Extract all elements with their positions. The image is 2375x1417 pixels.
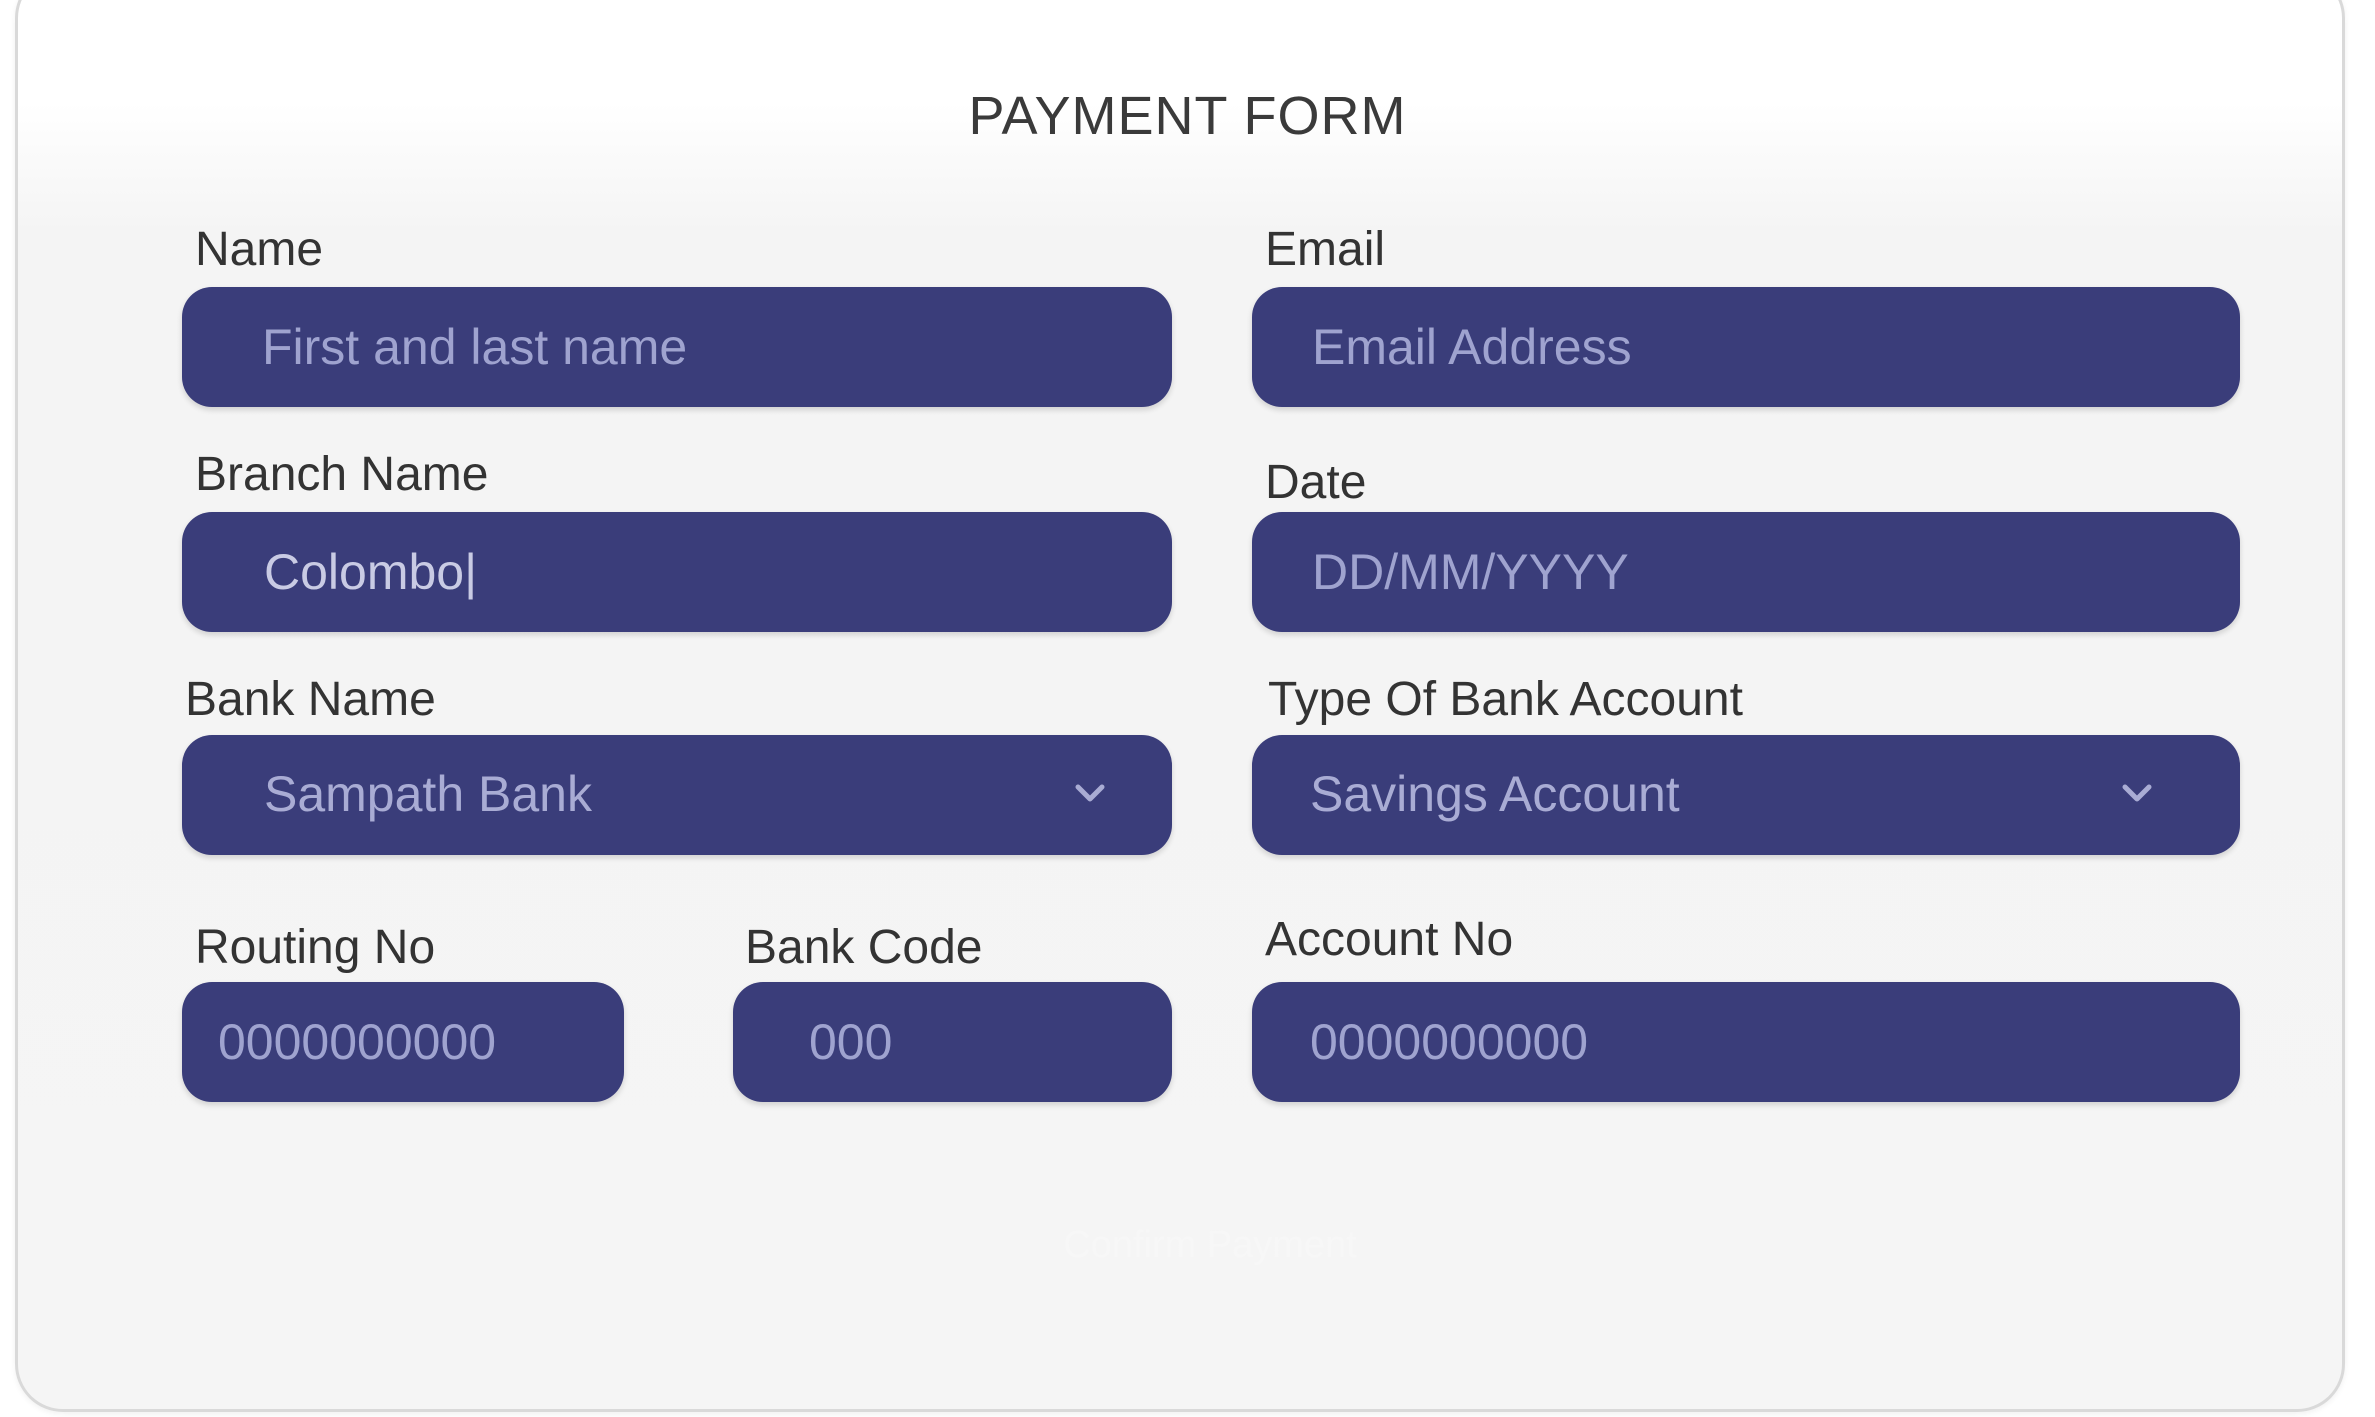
branch-name-field-container — [182, 512, 1172, 632]
bank-name-label: Bank Name — [185, 673, 436, 726]
name-label: Name — [195, 223, 324, 276]
name-field-container — [182, 287, 1172, 407]
routing-no-label: Routing No — [195, 921, 436, 974]
date-field-container — [1252, 512, 2240, 632]
bank-code-input[interactable] — [733, 982, 1172, 1102]
routing-no-input[interactable] — [182, 982, 624, 1102]
confirm-payment-button[interactable]: Confirm Payment — [1000, 1210, 1420, 1280]
bank-name-selected-value: Sampath Bank — [264, 766, 592, 822]
account-no-label: Account No — [1265, 913, 1514, 966]
account-no-field-container — [1252, 982, 2240, 1102]
routing-no-field-container — [182, 982, 624, 1102]
email-field-container — [1252, 287, 2240, 407]
chevron-down-icon — [1075, 784, 1105, 802]
date-label: Date — [1265, 456, 1367, 509]
account-type-select[interactable]: Savings Account — [1252, 735, 2240, 855]
branch-name-input[interactable] — [182, 512, 1172, 632]
email-input[interactable] — [1252, 287, 2240, 407]
bank-code-field-container — [733, 982, 1172, 1102]
bank-name-select[interactable]: Sampath Bank — [182, 735, 1172, 855]
account-type-label: Type Of Bank Account — [1268, 673, 1743, 726]
form-title: PAYMENT FORM — [968, 86, 1407, 146]
chevron-down-icon — [2122, 784, 2152, 802]
email-label: Email — [1265, 223, 1386, 276]
account-no-input[interactable] — [1252, 982, 2240, 1102]
branch-name-label: Branch Name — [195, 448, 489, 501]
date-input[interactable] — [1252, 512, 2240, 632]
account-type-selected-value: Savings Account — [1310, 766, 1680, 822]
bank-code-label: Bank Code — [745, 921, 983, 974]
name-input[interactable] — [182, 287, 1172, 407]
